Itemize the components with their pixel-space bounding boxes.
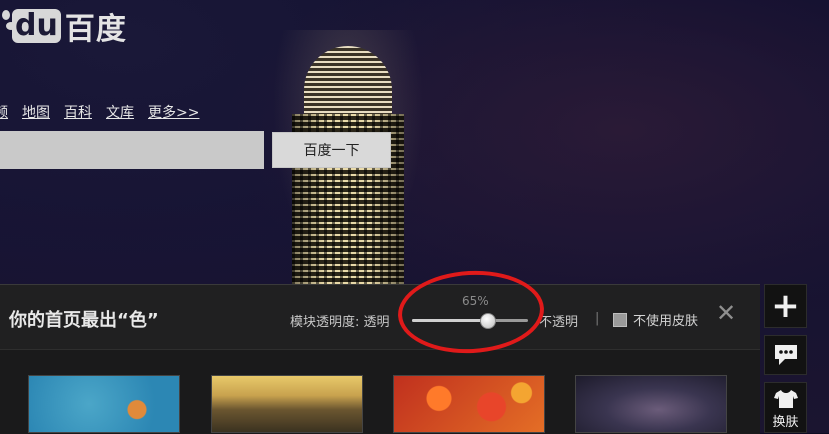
nav-link-map[interactable]: 地图 xyxy=(22,104,50,122)
nav-link-more[interactable]: 更多>> xyxy=(148,104,199,122)
logo-du: du xyxy=(12,9,61,43)
change-skin-label: 换肤 xyxy=(772,415,799,430)
nav-link-baike[interactable]: 百科 xyxy=(64,104,92,122)
skin-thumb-water[interactable] xyxy=(28,375,180,433)
search-button[interactable]: 百度一下 xyxy=(272,132,391,168)
no-skin-label: 不使用皮肤 xyxy=(633,314,699,329)
paw-icon xyxy=(0,6,16,46)
baidu-logo[interactable]: du 百度 xyxy=(0,4,127,48)
nav-link-video[interactable]: 频 xyxy=(0,104,8,122)
skin-panel-header: 你的首页最出“色” 模块透明度: 透明 65% 不透明 | 不使用皮肤 ✕ xyxy=(0,285,760,350)
no-skin-checkbox[interactable]: 不使用皮肤 xyxy=(613,310,698,329)
opacity-slider[interactable] xyxy=(412,319,528,322)
skin-thumb-leaves[interactable] xyxy=(393,375,545,433)
top-nav: 频 地图 百科 文库 更多>> xyxy=(0,104,213,122)
search-input[interactable] xyxy=(0,131,264,169)
add-icon[interactable]: + xyxy=(764,284,807,328)
opaque-label: 不透明 xyxy=(539,315,579,330)
panel-title: 你的首页最出“色” xyxy=(9,310,159,331)
opacity-label: 模块透明度: 透明 xyxy=(290,311,390,330)
shirt-icon xyxy=(773,390,798,408)
message-button[interactable] xyxy=(764,335,807,375)
skin-thumb-river[interactable] xyxy=(211,375,363,433)
nav-link-wenku[interactable]: 文库 xyxy=(106,104,134,122)
close-icon[interactable]: ✕ xyxy=(716,300,736,326)
checkbox-box[interactable] xyxy=(613,312,627,327)
message-icon xyxy=(774,345,797,365)
opacity-label-text: 模块透明度: xyxy=(290,315,360,330)
slider-fill xyxy=(412,319,488,322)
divider: | xyxy=(595,311,600,326)
opacity-value: 65% xyxy=(462,294,489,308)
slider-thumb[interactable] xyxy=(480,313,497,329)
logo-text: 百度 xyxy=(64,12,127,47)
transparent-label: 透明 xyxy=(363,315,390,330)
change-skin-button[interactable]: 换肤 xyxy=(764,382,807,433)
skin-thumb-night[interactable] xyxy=(575,375,727,433)
